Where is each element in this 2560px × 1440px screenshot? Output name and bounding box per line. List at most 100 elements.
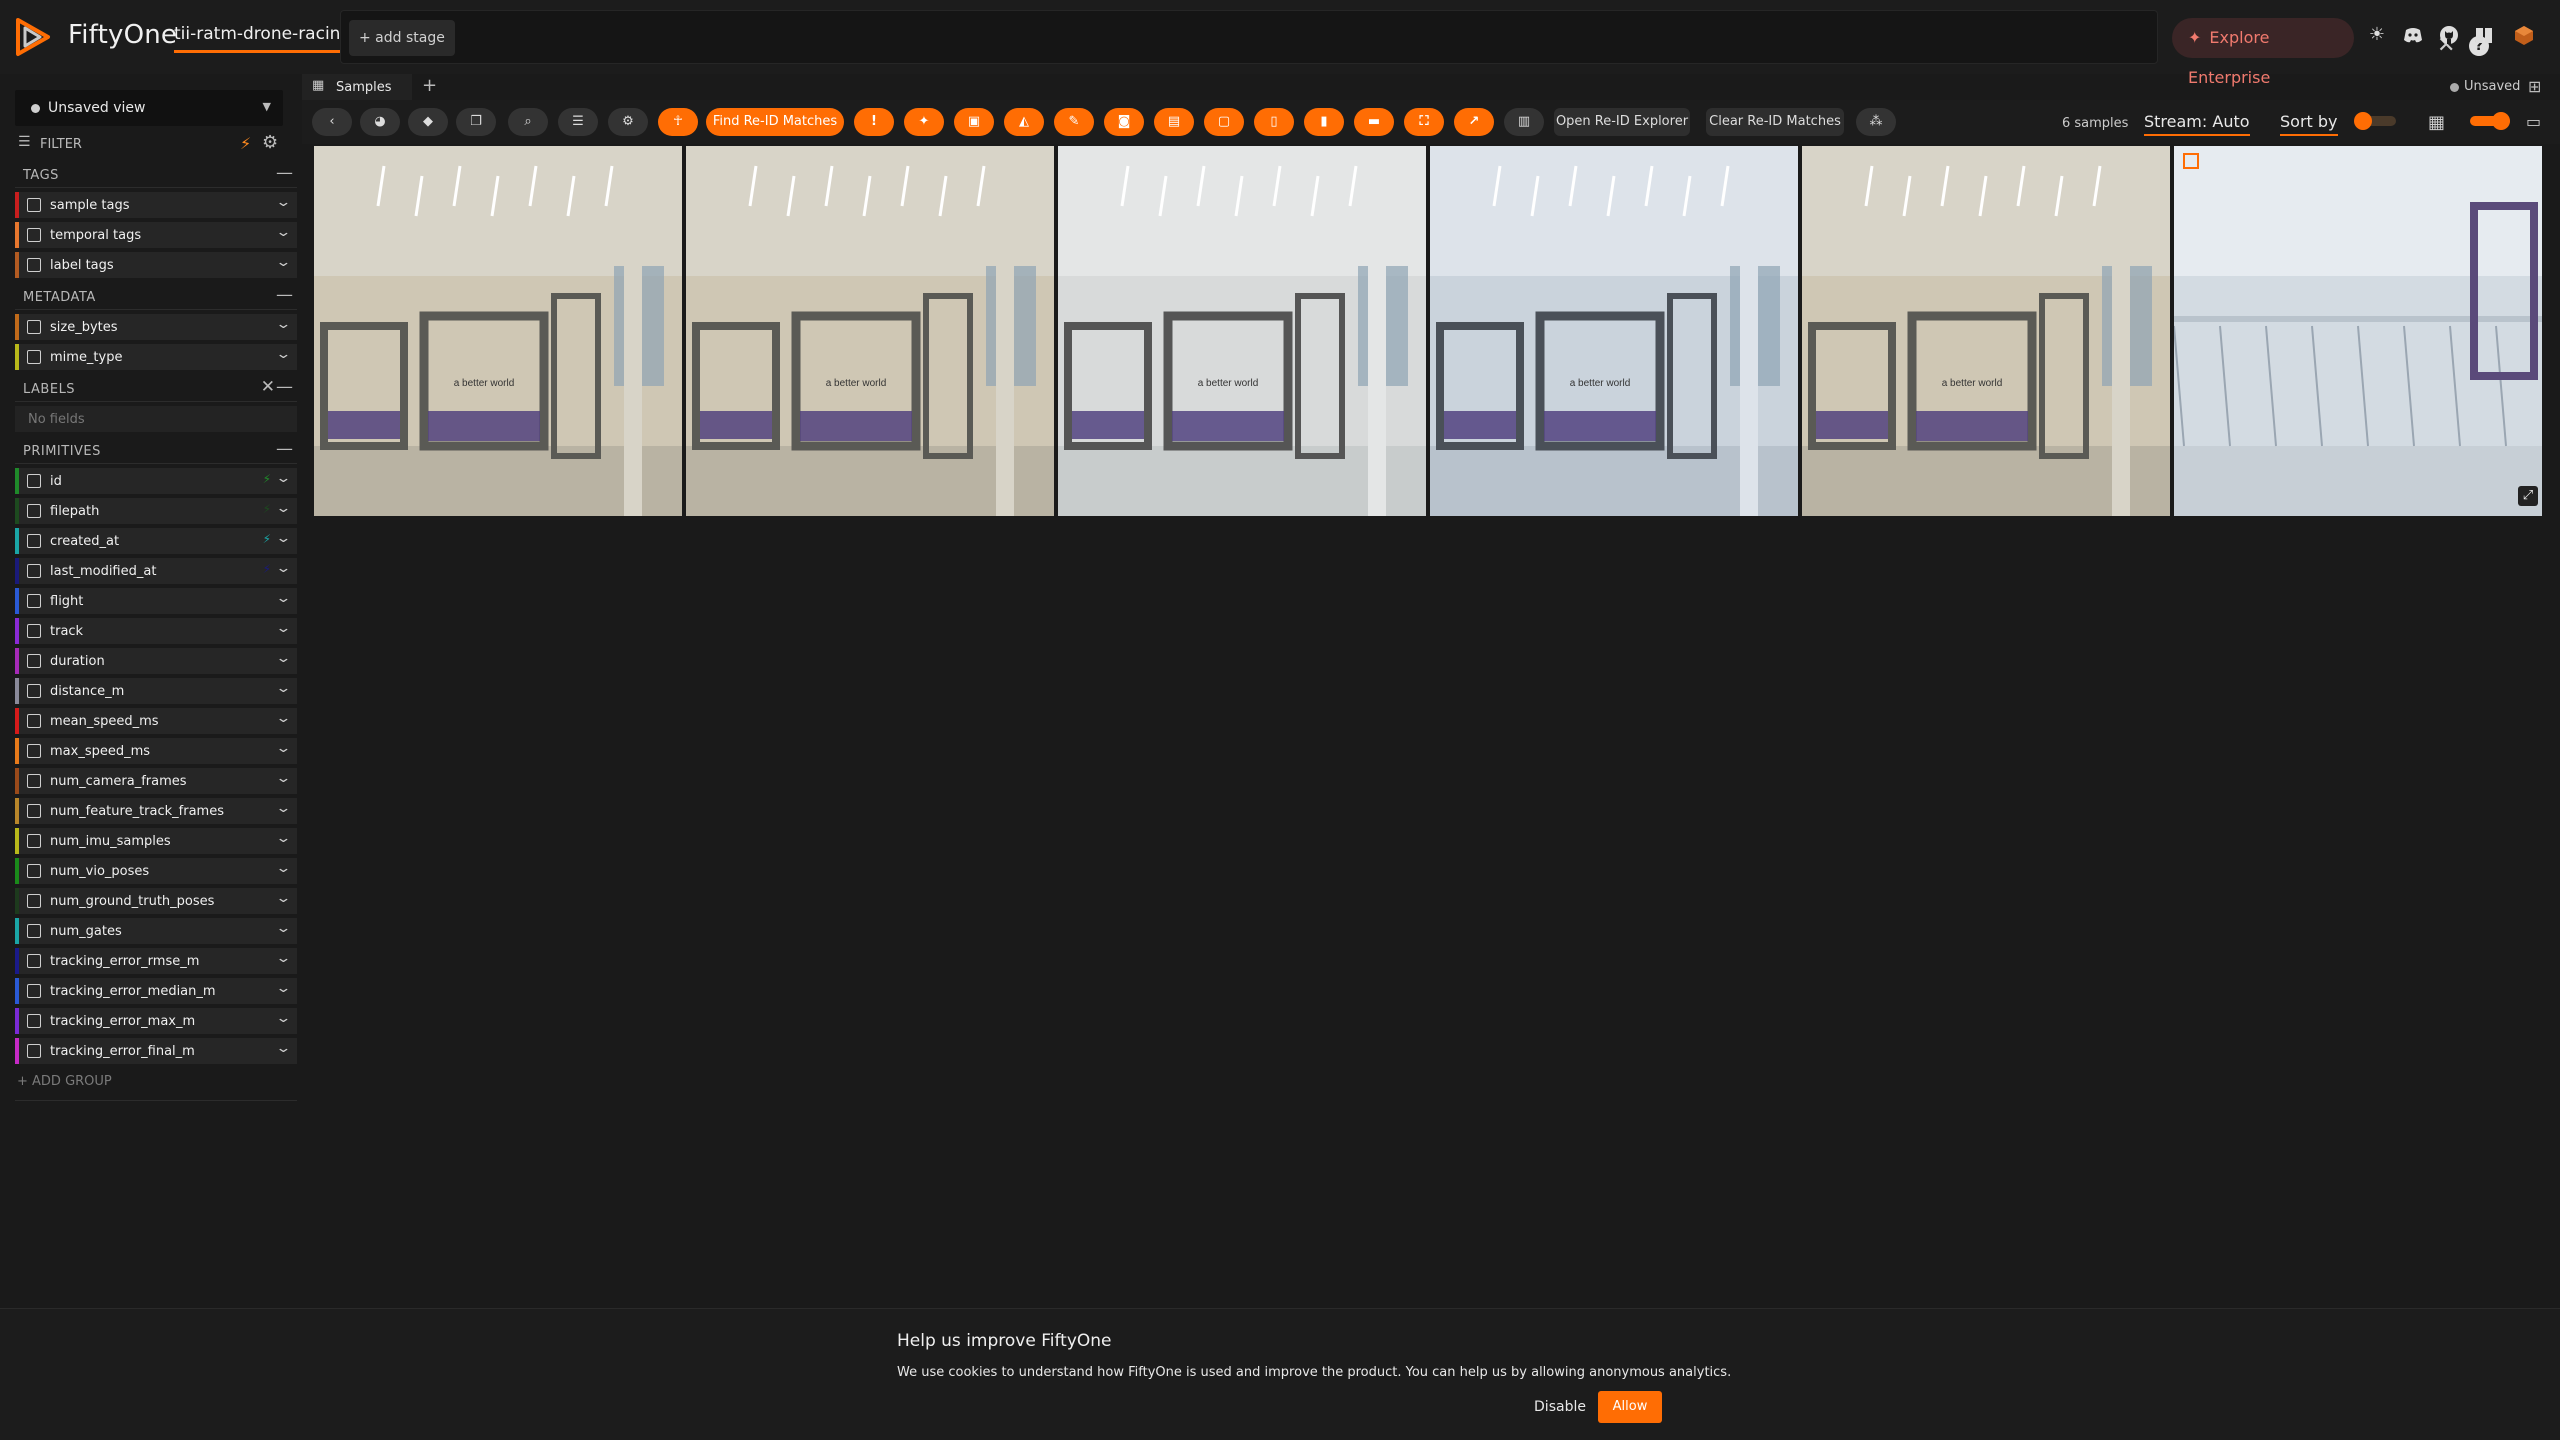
field-row[interactable]: tracking_error_final_m ⌄ bbox=[15, 1038, 297, 1064]
tab-samples[interactable]: ▦ Samples bbox=[302, 74, 412, 100]
fiftyone-logo[interactable] bbox=[12, 16, 54, 58]
patches-icon[interactable]: ❐ bbox=[456, 108, 496, 136]
field-checkbox[interactable] bbox=[27, 834, 41, 848]
field-row[interactable]: num_ground_truth_poses ⌄ bbox=[15, 888, 297, 914]
bbox-tool-icon[interactable]: ▢ bbox=[1204, 108, 1244, 136]
field-row[interactable]: duration ⌄ bbox=[15, 648, 297, 674]
close-icon[interactable]: ✕ bbox=[261, 377, 275, 397]
field-row[interactable]: mime_type ⌄ bbox=[15, 344, 297, 370]
field-checkbox[interactable] bbox=[27, 1044, 41, 1058]
color-palette-icon[interactable]: ◕ bbox=[360, 108, 400, 136]
field-row[interactable]: tracking_error_rmse_m ⌄ bbox=[15, 948, 297, 974]
sample-tile-3[interactable]: a better world bbox=[1058, 146, 1426, 516]
sample-tile-5[interactable]: a better world bbox=[1802, 146, 2170, 516]
collapse-icon[interactable]: — bbox=[276, 285, 293, 305]
field-row[interactable]: num_gates ⌄ bbox=[15, 918, 297, 944]
settings-icon[interactable]: ⚙ bbox=[608, 108, 648, 136]
discord-icon[interactable] bbox=[2402, 24, 2424, 46]
view-bar[interactable]: + add stage ✕ ? bbox=[340, 10, 2489, 64]
field-checkbox[interactable] bbox=[27, 924, 41, 938]
field-checkbox[interactable] bbox=[27, 198, 41, 212]
group-tags[interactable]: TAGS — bbox=[15, 162, 297, 188]
dataset-selector[interactable]: tii-ratm-drone-racing bbox=[174, 24, 352, 53]
cookie-disable-button[interactable]: Disable bbox=[1520, 1391, 1600, 1423]
grid-zoom-toggle[interactable] bbox=[2470, 112, 2510, 130]
comment-tool-icon[interactable]: ▬ bbox=[1354, 108, 1394, 136]
chevron-down-icon[interactable]: ⌄ bbox=[275, 801, 291, 816]
field-checkbox[interactable] bbox=[27, 744, 41, 758]
chevron-down-icon[interactable]: ⌄ bbox=[275, 195, 291, 210]
voxel51-icon[interactable] bbox=[2513, 24, 2535, 46]
field-checkbox[interactable] bbox=[27, 624, 41, 638]
field-checkbox[interactable] bbox=[27, 1014, 41, 1028]
field-checkbox[interactable] bbox=[27, 258, 41, 272]
field-checkbox[interactable] bbox=[27, 564, 41, 578]
field-row[interactable]: max_speed_ms ⌄ bbox=[15, 738, 297, 764]
field-checkbox[interactable] bbox=[27, 320, 41, 334]
sample-tile-2[interactable]: a better world bbox=[686, 146, 1054, 516]
chevron-down-icon[interactable]: ⌄ bbox=[275, 681, 291, 696]
github-icon[interactable] bbox=[2438, 24, 2460, 46]
add-stage-button[interactable]: + add stage bbox=[349, 20, 455, 56]
chevron-down-icon[interactable]: ⌄ bbox=[275, 1011, 291, 1026]
video-tool-icon[interactable]: ▤ bbox=[1154, 108, 1194, 136]
docs-book-icon[interactable] bbox=[2473, 24, 2495, 46]
chevron-down-icon[interactable]: ⌄ bbox=[275, 225, 291, 240]
field-row[interactable]: flight ⌄ bbox=[15, 588, 297, 614]
chevron-down-icon[interactable]: ⌄ bbox=[275, 531, 291, 546]
expand-icon[interactable]: ⤢ bbox=[2518, 486, 2538, 506]
field-checkbox[interactable] bbox=[27, 228, 41, 242]
collapse-icon[interactable]: — bbox=[276, 163, 293, 183]
image-tool-icon[interactable]: ▣ bbox=[954, 108, 994, 136]
field-row[interactable]: last_modified_at ⌄ ⚡ bbox=[15, 558, 297, 584]
chevron-down-icon[interactable]: ⌄ bbox=[275, 591, 291, 606]
clear-reid-button[interactable]: Clear Re-ID Matches bbox=[1706, 108, 1844, 136]
field-checkbox[interactable] bbox=[27, 714, 41, 728]
stream-select[interactable]: Stream: Auto bbox=[2144, 112, 2250, 136]
field-row[interactable]: sample tags ⌄ bbox=[15, 192, 297, 218]
field-checkbox[interactable] bbox=[27, 894, 41, 908]
person-icon[interactable]: ☥ bbox=[658, 108, 698, 136]
layout-split-icon[interactable]: ⊞ bbox=[2528, 77, 2541, 96]
field-row[interactable]: temporal tags ⌄ bbox=[15, 222, 297, 248]
open-reid-button[interactable]: Open Re-ID Explorer bbox=[1554, 108, 1690, 136]
chevron-down-icon[interactable]: ⌄ bbox=[275, 1041, 291, 1056]
chevron-down-icon[interactable]: ⌄ bbox=[275, 317, 291, 332]
field-row[interactable]: num_vio_poses ⌄ bbox=[15, 858, 297, 884]
group-primitives[interactable]: PRIMITIVES — bbox=[15, 438, 297, 464]
chevron-down-icon[interactable]: ⌄ bbox=[275, 831, 291, 846]
field-checkbox[interactable] bbox=[27, 804, 41, 818]
chart-tool-icon[interactable]: ↗ bbox=[1454, 108, 1494, 136]
sample-tile-6[interactable] bbox=[2174, 146, 2542, 516]
grid-size-icon[interactable]: ▦ bbox=[2428, 112, 2445, 133]
field-checkbox[interactable] bbox=[27, 474, 41, 488]
chevron-down-icon[interactable]: ⌄ bbox=[275, 711, 291, 726]
field-row[interactable]: size_bytes ⌄ bbox=[15, 314, 297, 340]
field-checkbox[interactable] bbox=[27, 984, 41, 998]
field-row[interactable]: filepath ⌄ ⚡ bbox=[15, 498, 297, 524]
sample-tile-1[interactable]: a better world bbox=[314, 146, 682, 516]
field-row[interactable]: id ⌄ ⚡ bbox=[15, 468, 297, 494]
lightning-icon[interactable]: ⚡ bbox=[240, 134, 251, 153]
back-button[interactable]: ‹ bbox=[312, 108, 352, 136]
field-checkbox[interactable] bbox=[27, 504, 41, 518]
field-row[interactable]: tracking_error_median_m ⌄ bbox=[15, 978, 297, 1004]
field-checkbox[interactable] bbox=[27, 864, 41, 878]
field-row[interactable]: track ⌄ bbox=[15, 618, 297, 644]
app-brand[interactable]: FiftyOne bbox=[68, 20, 177, 50]
theme-sun-icon[interactable]: ☀ bbox=[2366, 24, 2388, 46]
field-checkbox[interactable] bbox=[27, 774, 41, 788]
collapse-icon[interactable]: — bbox=[276, 377, 293, 397]
add-group-button[interactable]: + ADD GROUP bbox=[17, 1074, 112, 1089]
alert-icon[interactable]: ! bbox=[854, 108, 894, 136]
group-labels[interactable]: LABELS ✕ — bbox=[15, 376, 297, 402]
chevron-down-icon[interactable]: ⌄ bbox=[275, 501, 291, 516]
embeddings-icon[interactable]: ⁂ bbox=[1856, 108, 1896, 136]
chevron-down-icon[interactable]: ⌄ bbox=[275, 951, 291, 966]
chevron-down-icon[interactable]: ⌄ bbox=[275, 621, 291, 636]
chevron-down-icon[interactable]: ⌄ bbox=[275, 771, 291, 786]
sort-order-toggle[interactable] bbox=[2354, 112, 2396, 130]
field-checkbox[interactable] bbox=[27, 594, 41, 608]
chevron-down-icon[interactable]: ⌄ bbox=[275, 921, 291, 936]
chevron-down-icon[interactable]: ⌄ bbox=[275, 861, 291, 876]
